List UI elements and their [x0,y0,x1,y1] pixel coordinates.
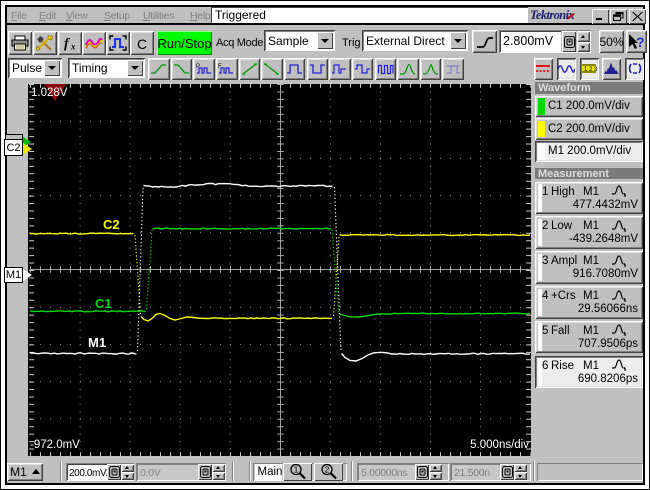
svg-text:C: C [137,36,147,51]
svg-text:M1: M1 [88,335,106,350]
svg-text:f: f [64,37,70,52]
svg-text:1: 1 [293,465,298,475]
svg-text:x: x [70,42,76,52]
svg-text:5.000ns/div: 5.000ns/div [470,439,529,451]
svg-text:1 2 3: 1 2 3 [584,67,598,73]
svg-text:1.028V: 1.028V [31,87,68,99]
svg-text:C1: C1 [95,296,112,311]
svg-text:C2: C2 [103,217,120,232]
svg-text:-972.0mV: -972.0mV [30,439,80,451]
svg-text:?: ? [636,34,645,50]
svg-text:2: 2 [324,465,329,475]
